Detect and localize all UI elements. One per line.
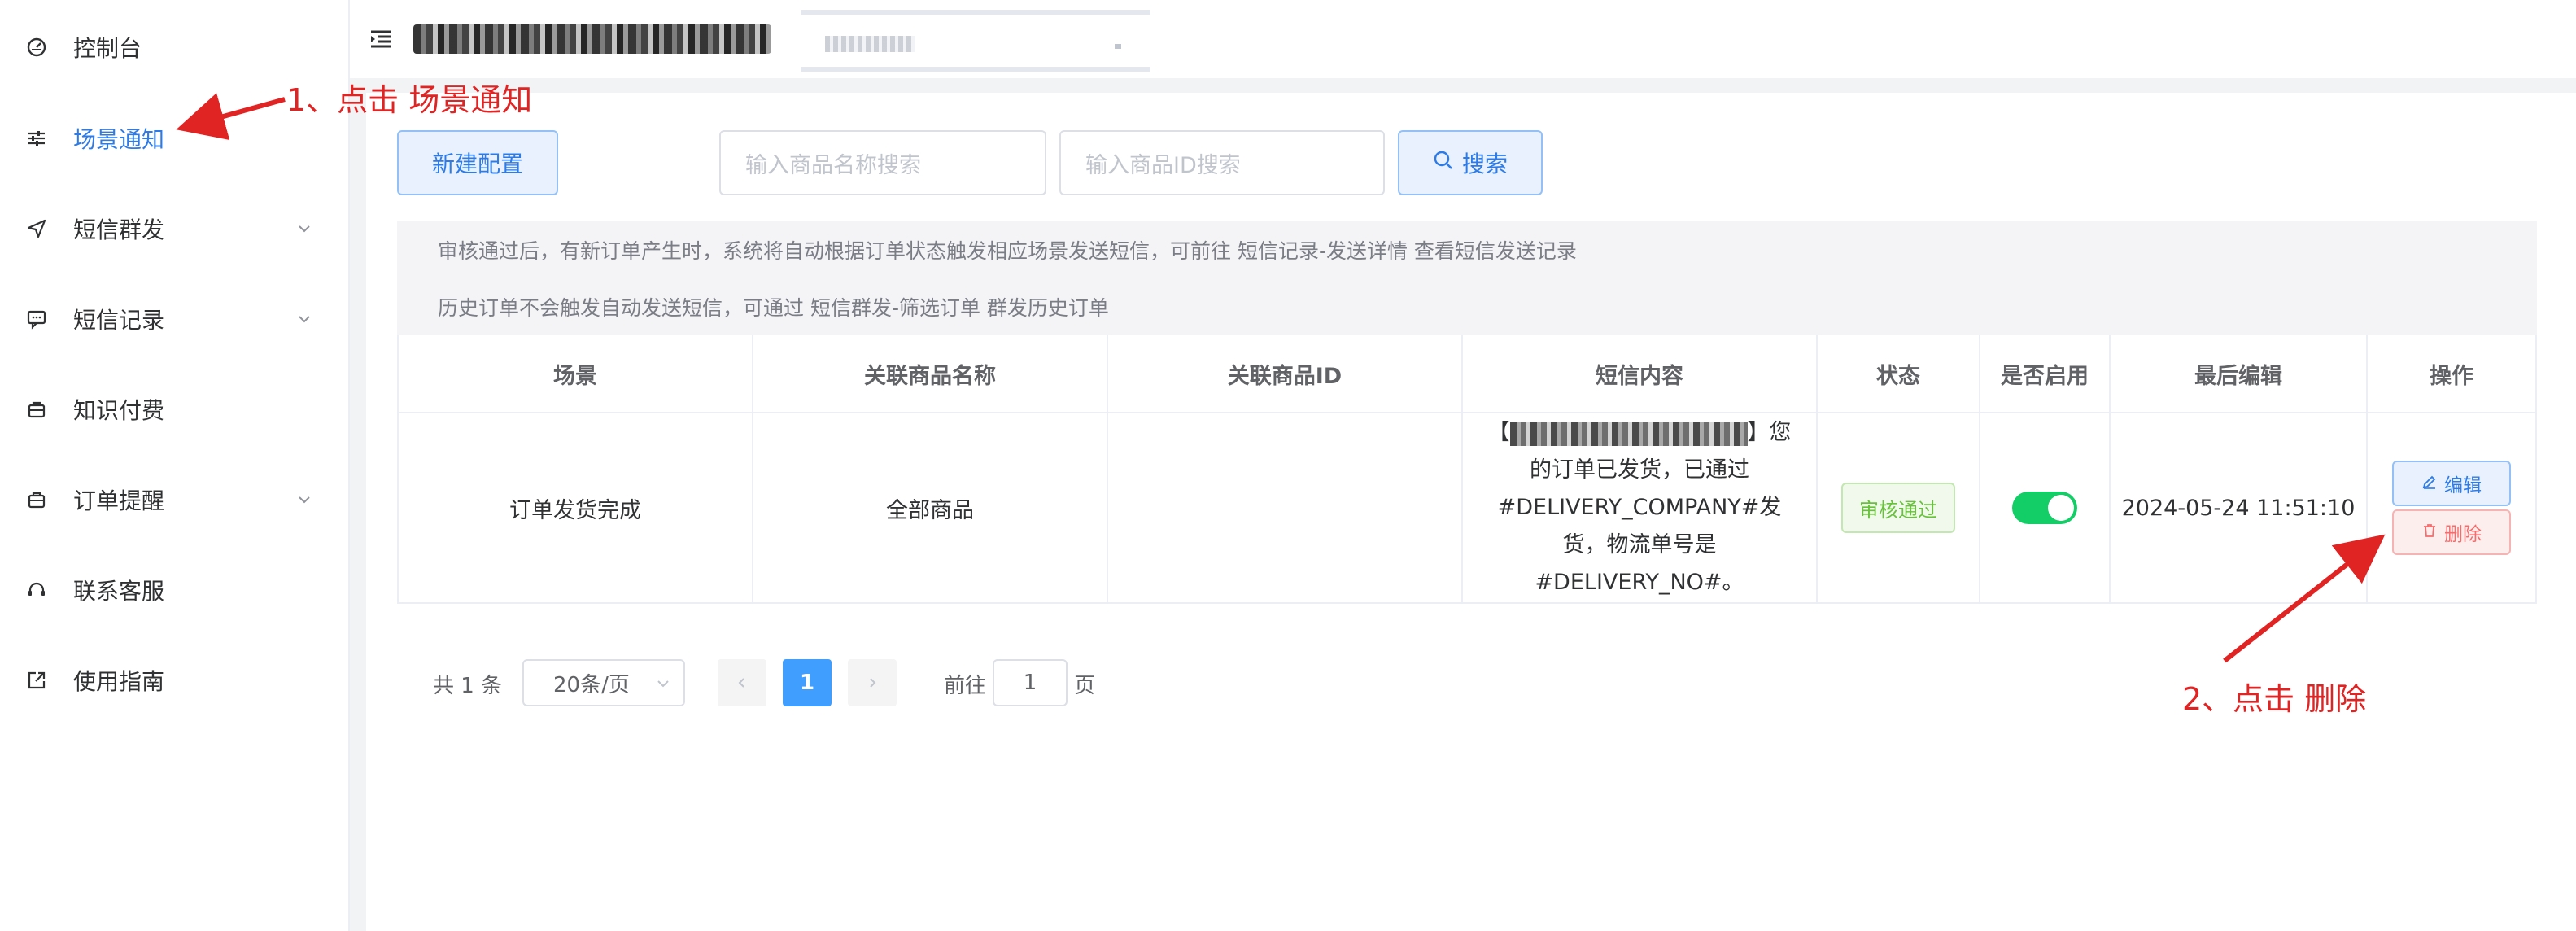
annotation-step1: 1、点击 场景通知 bbox=[286, 82, 533, 118]
config-table: 场景 关联商品名称 关联商品ID 短信内容 状态 是否启用 最后编辑 操作 订单… bbox=[397, 335, 2537, 604]
sidebar-item-label: 短信群发 bbox=[73, 216, 165, 243]
search-icon bbox=[1433, 150, 1454, 177]
sliders-icon bbox=[24, 126, 49, 151]
table-header: 场景 关联商品名称 关联商品ID 短信内容 状态 是否启用 最后编辑 操作 bbox=[399, 335, 2535, 413]
goto-page-input[interactable]: 1 bbox=[993, 659, 1068, 706]
page-size-select[interactable]: 20条/页 bbox=[522, 659, 685, 706]
redacted-signature bbox=[1509, 421, 1748, 446]
next-page-button[interactable] bbox=[848, 659, 897, 706]
edit-label: 编辑 bbox=[2444, 474, 2482, 496]
enabled-toggle[interactable] bbox=[2012, 492, 2077, 524]
sidebar-item-label: 知识付费 bbox=[73, 397, 165, 424]
status-cell: 审核通过 bbox=[1818, 413, 1980, 602]
search-button-label: 搜索 bbox=[1461, 151, 1508, 177]
prev-page-button[interactable] bbox=[718, 659, 766, 706]
send-icon bbox=[24, 216, 49, 241]
delete-button[interactable]: 删除 bbox=[2392, 509, 2511, 555]
column-header: 关联商品ID bbox=[1108, 335, 1463, 412]
sms-content: 【】您的订单已发货，已通过#DELIVERY_COMPANY#发货，物流单号是#… bbox=[1481, 414, 1798, 601]
dashboard-icon bbox=[24, 35, 49, 59]
actions-cell: 编辑 删除 bbox=[2368, 413, 2535, 602]
sidebar-item-knowledge-pay[interactable]: 知识付费 bbox=[0, 377, 348, 442]
new-config-button[interactable]: 新建配置 bbox=[397, 130, 558, 195]
column-header: 是否启用 bbox=[1980, 335, 2111, 412]
column-header: 状态 bbox=[1818, 335, 1980, 412]
external-link-icon bbox=[24, 668, 49, 693]
column-header: 短信内容 bbox=[1463, 335, 1818, 412]
sidebar-item-sms-records[interactable]: 短信记录 bbox=[0, 286, 348, 352]
sidebar-item-label: 联系客服 bbox=[73, 578, 165, 605]
product-name-cell: 全部商品 bbox=[753, 413, 1108, 602]
status-badge: 审核通过 bbox=[1841, 483, 1955, 533]
row-actions: 编辑 删除 bbox=[2392, 461, 2511, 555]
menu-toggle-icon[interactable] bbox=[368, 26, 394, 52]
sidebar-item-label: 短信记录 bbox=[73, 307, 165, 334]
notice-review: 审核通过后，有新订单产生时，系统将自动根据订单状态触发相应场景发送短信，可前往 … bbox=[397, 221, 2537, 278]
sidebar-item-order-reminder[interactable]: 订单提醒 bbox=[0, 467, 348, 532]
redacted-text bbox=[825, 36, 915, 52]
last-edit-cell: 2024-05-24 11:51:10 bbox=[2111, 413, 2368, 602]
redacted-header-tab[interactable] bbox=[801, 10, 1150, 72]
annotation-step2: 2、点击 删除 bbox=[2182, 681, 2367, 717]
page-unit-label: 页 bbox=[1074, 674, 1096, 698]
redacted-store-name bbox=[413, 24, 771, 54]
search-button[interactable]: 搜索 bbox=[1398, 130, 1543, 195]
table-row: 订单发货完成 全部商品 【】您的订单已发货，已通过#DELIVERY_COMPA… bbox=[399, 413, 2535, 602]
enabled-cell bbox=[1980, 413, 2111, 602]
chevron-left-icon bbox=[738, 678, 744, 688]
pagination-total: 共 1 条 bbox=[433, 674, 503, 698]
product-name-search-input[interactable]: 输入商品名称搜索 bbox=[719, 130, 1046, 195]
sidebar: 控制台 场景通知 短信群发 短信记录 知识付费 订单提醒 联系客服 使用指南 bbox=[0, 0, 350, 931]
delete-label: 删除 bbox=[2444, 523, 2482, 544]
sms-content-cell: 【】您的订单已发货，已通过#DELIVERY_COMPANY#发货，物流单号是#… bbox=[1463, 413, 1818, 602]
column-header: 场景 bbox=[399, 335, 753, 412]
briefcase-icon bbox=[24, 487, 49, 512]
page-size-value: 20条/页 bbox=[553, 672, 630, 697]
sidebar-item-customer-service[interactable]: 联系客服 bbox=[0, 557, 348, 623]
chevron-right-icon bbox=[870, 678, 876, 688]
page-number-button[interactable]: 1 bbox=[783, 659, 832, 706]
sidebar-item-dashboard[interactable]: 控制台 bbox=[0, 15, 348, 80]
chevron-down-icon bbox=[295, 219, 314, 238]
tab-marker bbox=[1115, 44, 1121, 49]
sidebar-item-label: 使用指南 bbox=[73, 668, 165, 695]
goto-label: 前往 bbox=[944, 674, 987, 698]
sidebar-item-label: 控制台 bbox=[73, 35, 142, 62]
briefcase-icon bbox=[24, 397, 49, 422]
column-header: 操作 bbox=[2430, 363, 2473, 389]
column-header: 关联商品名称 bbox=[753, 335, 1108, 412]
notice-history: 历史订单不会触发自动发送短信，可通过 短信群发-筛选订单 群发历史订单 bbox=[397, 278, 2537, 335]
message-icon bbox=[24, 307, 49, 331]
sms-prefix: 【 bbox=[1487, 420, 1510, 445]
trash-icon bbox=[2421, 522, 2438, 544]
sidebar-item-label: 场景通知 bbox=[73, 126, 165, 153]
product-id-search-input[interactable]: 输入商品ID搜索 bbox=[1059, 130, 1385, 195]
header-divider bbox=[350, 78, 2576, 93]
product-id-cell bbox=[1108, 413, 1463, 602]
edit-button[interactable]: 编辑 bbox=[2392, 461, 2511, 506]
sidebar-item-sms-broadcast[interactable]: 短信群发 bbox=[0, 196, 348, 261]
edit-icon bbox=[2421, 473, 2438, 495]
chevron-down-icon bbox=[295, 309, 314, 329]
chevron-down-icon bbox=[295, 490, 314, 509]
headset-icon bbox=[24, 578, 49, 602]
sidebar-item-label: 订单提醒 bbox=[73, 487, 165, 514]
column-header: 最后编辑 bbox=[2111, 335, 2368, 412]
chevron-down-icon bbox=[654, 674, 672, 698]
sidebar-item-user-guide[interactable]: 使用指南 bbox=[0, 648, 348, 713]
sms-text: 】您的订单已发货，已通过#DELIVERY_COMPANY#发货，物流单号是#D… bbox=[1497, 420, 1792, 595]
scene-cell: 订单发货完成 bbox=[399, 413, 753, 602]
